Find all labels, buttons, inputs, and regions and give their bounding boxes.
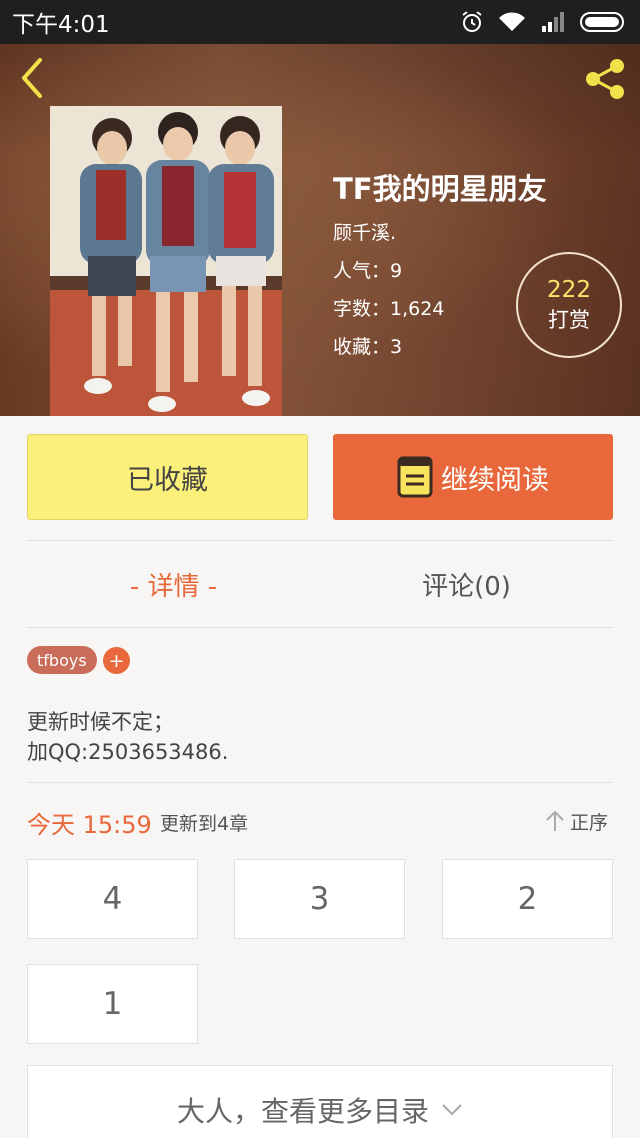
cover-illustration xyxy=(50,106,282,416)
arrow-up-icon xyxy=(546,810,564,831)
book-cover-image[interactable] xyxy=(50,106,282,416)
chevron-down-icon xyxy=(442,1104,462,1116)
tag-tfboys[interactable]: tfboys xyxy=(27,646,97,674)
divider xyxy=(27,540,613,541)
tip-label: 打赏 xyxy=(548,308,590,332)
sort-order-button[interactable]: 正序 xyxy=(544,806,608,836)
tab-detail[interactable]: - 详情 - xyxy=(27,548,320,620)
continue-reading-label: 继续阅读 xyxy=(441,464,549,496)
divider xyxy=(27,627,613,628)
status-icons xyxy=(460,10,628,34)
chapter-button[interactable]: 1 xyxy=(27,964,198,1044)
chapter-button[interactable]: 3 xyxy=(234,859,405,939)
back-button[interactable] xyxy=(14,56,54,100)
collected-button[interactable]: 已收藏 xyxy=(27,434,308,520)
continue-reading-button[interactable]: 继续阅读 xyxy=(333,434,613,520)
tip-button[interactable]: 222 打赏 xyxy=(516,252,622,358)
book-popularity: 人气：9 xyxy=(333,260,403,282)
status-time: 下午4:01 xyxy=(12,12,110,38)
update-text: 更新到4章 xyxy=(160,813,249,835)
share-icon xyxy=(586,59,624,99)
view-more-catalog-button[interactable]: 大人，查看更多目录 xyxy=(27,1065,613,1138)
sort-order-label: 正序 xyxy=(570,811,609,834)
divider xyxy=(27,782,613,783)
back-arrow-icon xyxy=(22,58,42,98)
collected-label: 已收藏 xyxy=(127,464,208,496)
tab-comments[interactable]: 评论(0) xyxy=(320,548,613,620)
book-author[interactable]: 顾千溪. xyxy=(333,218,396,245)
book-icon xyxy=(397,456,433,498)
description-line-2: 加QQ:2503653486. xyxy=(27,740,229,764)
add-tag-button[interactable]: + xyxy=(103,647,130,674)
wifi-icon xyxy=(499,12,525,31)
update-time: 今天 15:59 xyxy=(27,811,152,839)
tip-count: 222 xyxy=(547,277,591,303)
view-more-catalog-label: 大人，查看更多目录 xyxy=(176,1095,429,1128)
tab-detail-label: - 详情 - xyxy=(129,571,218,602)
signal-icon xyxy=(542,12,564,32)
chapter-button[interactable]: 2 xyxy=(442,859,613,939)
tab-comments-label: 评论(0) xyxy=(422,571,511,602)
book-title: TF我的明星朋友 xyxy=(333,172,547,206)
chapter-button[interactable]: 4 xyxy=(27,859,198,939)
alarm-icon xyxy=(462,11,482,32)
status-bar: 下午4:01 xyxy=(0,0,640,44)
battery-icon xyxy=(580,12,624,32)
book-favorites: 收藏：3 xyxy=(333,336,403,358)
share-button[interactable] xyxy=(580,54,630,104)
book-header: TF我的明星朋友 顾千溪. 人气：9 字数：1,624 收藏：3 222 打赏 xyxy=(0,44,640,416)
book-word-count: 字数：1,624 xyxy=(333,298,445,320)
description-line-1: 更新时候不定； xyxy=(27,710,174,734)
